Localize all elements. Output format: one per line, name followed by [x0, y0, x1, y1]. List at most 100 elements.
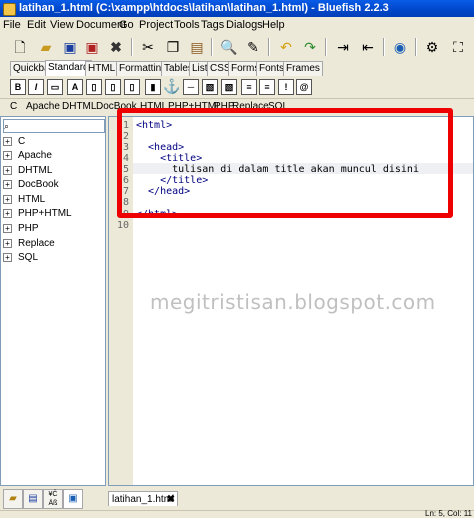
- cut-icon[interactable]: ✂: [138, 37, 158, 57]
- center-icon[interactable]: ≡: [241, 79, 257, 95]
- charmap-icon[interactable]: ¥Č Äß: [43, 489, 63, 509]
- sidebar-item-c[interactable]: + C: [3, 135, 25, 149]
- close-icon[interactable]: ✖: [106, 37, 126, 57]
- save-as-icon[interactable]: ▣: [82, 37, 102, 57]
- italic-icon[interactable]: I: [28, 79, 44, 95]
- thumbnail-icon[interactable]: ▧: [221, 79, 237, 95]
- break-clear-icon[interactable]: ▯: [105, 79, 121, 95]
- code-line[interactable]: tulisan di dalam title akan muncul disin…: [136, 164, 419, 175]
- expand-icon[interactable]: +: [3, 238, 12, 248]
- expand-icon[interactable]: +: [3, 150, 12, 160]
- code-line[interactable]: </head>: [136, 186, 190, 197]
- lang-html[interactable]: HTML: [140, 99, 167, 114]
- expand-icon[interactable]: +: [3, 252, 12, 262]
- menu-edit[interactable]: Edit: [27, 17, 46, 33]
- sidebar-item-apache[interactable]: + Apache: [3, 149, 52, 163]
- search-icon: ⌕: [4, 121, 10, 131]
- menu-project[interactable]: Project: [139, 17, 173, 33]
- menu-tools[interactable]: Tools: [174, 17, 200, 33]
- expand-icon[interactable]: +: [3, 194, 12, 204]
- sidebar-bottom-tabs: ▰ ▤ ¥Č Äß ▣: [0, 487, 106, 509]
- paste-icon[interactable]: ▤: [187, 37, 207, 57]
- bold-icon[interactable]: B: [10, 79, 26, 95]
- sidebar-item-replace[interactable]: + Replace: [3, 237, 55, 251]
- lang-replace[interactable]: Replace: [232, 99, 269, 114]
- expand-icon[interactable]: +: [3, 208, 12, 218]
- filebrowser-icon[interactable]: ▰: [3, 489, 23, 509]
- line-number: 9: [122, 209, 129, 220]
- document-tab[interactable]: latihan_1.html ✖: [108, 491, 178, 506]
- lang-docbook[interactable]: DocBook: [96, 99, 137, 114]
- line-number: 8: [122, 197, 129, 208]
- undo-icon[interactable]: ↶: [276, 37, 296, 57]
- close-tab-icon[interactable]: ✖: [167, 492, 175, 507]
- anchor-icon[interactable]: ⚓: [162, 76, 182, 96]
- expand-icon[interactable]: +: [3, 223, 12, 233]
- menu-dialogs[interactable]: Dialogs: [226, 17, 263, 33]
- comment-icon[interactable]: !: [278, 79, 294, 95]
- sidebar-item-sql[interactable]: + SQL: [3, 251, 38, 265]
- code-line[interactable]: <title>: [136, 153, 202, 164]
- line-number: 2: [122, 131, 129, 142]
- line-number: 10: [116, 220, 129, 231]
- toolbar-separator: [211, 38, 213, 56]
- hr-icon[interactable]: ─: [183, 79, 199, 95]
- code-line[interactable]: </title>: [136, 175, 208, 186]
- language-row: C Apache DHTML DocBook HTML PHP+HTML PHP…: [0, 99, 474, 114]
- quick-start-icon[interactable]: ▮: [145, 79, 161, 95]
- paragraph-icon[interactable]: ▭: [47, 79, 63, 95]
- toolbar-separator: [268, 38, 270, 56]
- code-line[interactable]: </html>: [136, 209, 178, 220]
- redo-icon[interactable]: ↷: [300, 37, 320, 57]
- toolbar-separator: [131, 38, 133, 56]
- menu-file[interactable]: File: [3, 17, 21, 33]
- fullscreen-icon[interactable]: ⛶: [448, 37, 468, 57]
- html-toolbar-tabs: Quickbar Standard HTML 5 Formatting Tabl…: [0, 60, 474, 76]
- anchor-text-icon[interactable]: A: [67, 79, 83, 95]
- menu-tags[interactable]: Tags: [201, 17, 224, 33]
- bookmarks-icon[interactable]: ▤: [23, 489, 43, 509]
- sidebar-item-html[interactable]: + HTML: [3, 193, 45, 207]
- toolbar-separator: [383, 38, 385, 56]
- sidebar-item-php-html[interactable]: + PHP+HTML: [3, 207, 72, 221]
- lang-sql[interactable]: SQL: [268, 99, 288, 114]
- menu-help[interactable]: Help: [262, 17, 285, 33]
- email-icon[interactable]: @: [296, 79, 312, 95]
- replace-icon[interactable]: ✎: [243, 37, 263, 57]
- image-icon[interactable]: ▧: [202, 79, 218, 95]
- menu-go[interactable]: Go: [119, 17, 134, 33]
- open-folder-icon[interactable]: ▰: [36, 37, 56, 57]
- sidebar-search-input[interactable]: ⌕: [3, 119, 105, 133]
- snippets-icon[interactable]: ▣: [63, 489, 83, 509]
- nbsp-icon[interactable]: ▯: [124, 79, 140, 95]
- code-line[interactable]: <head>: [136, 142, 184, 153]
- unindent-icon[interactable]: ⇤: [358, 37, 378, 57]
- sidebar-item-dhtml[interactable]: + DHTML: [3, 164, 52, 178]
- preview-icon[interactable]: ◉: [390, 37, 410, 57]
- indent-icon[interactable]: ⇥: [333, 37, 353, 57]
- right-align-icon[interactable]: ≡: [259, 79, 275, 95]
- expand-icon[interactable]: +: [3, 165, 12, 175]
- snippets-sidebar: ⌕ + C + Apache + DHTML + DocBook + HTML + PHP+…: [0, 116, 106, 486]
- toolbar-separator: [415, 38, 417, 56]
- copy-icon[interactable]: ❐: [163, 37, 183, 57]
- lang-c[interactable]: C: [10, 99, 17, 114]
- lang-dhtml[interactable]: DHTML: [62, 99, 96, 114]
- window-title: latihan_1.html (C:\xampp\htdocs\latihan\…: [19, 2, 389, 14]
- expand-icon[interactable]: +: [3, 136, 12, 146]
- sidebar-item-php[interactable]: + PHP: [3, 222, 39, 236]
- sidebar-item-docbook[interactable]: + DocBook: [3, 178, 59, 192]
- lang-apache[interactable]: Apache: [26, 99, 60, 114]
- code-line[interactable]: <html>: [136, 120, 172, 131]
- standard-tag-toolbar: B I ▭ A ▯ ▯ ▯ ▮ ⚓ ─ ▧ ▧ ≡ ≡ ! @: [0, 76, 474, 99]
- new-file-icon[interactable]: 🗋: [10, 37, 30, 57]
- tab-frames[interactable]: Frames: [283, 61, 323, 76]
- search-icon[interactable]: 🔍: [219, 37, 239, 57]
- document-tabs: latihan_1.html ✖: [108, 491, 474, 507]
- save-icon[interactable]: ▣: [60, 37, 80, 57]
- preferences-icon[interactable]: ⚙: [422, 37, 442, 57]
- menu-view[interactable]: View: [50, 17, 74, 33]
- break-icon[interactable]: ▯: [86, 79, 102, 95]
- line-number: 4: [122, 153, 129, 164]
- expand-icon[interactable]: +: [3, 179, 12, 189]
